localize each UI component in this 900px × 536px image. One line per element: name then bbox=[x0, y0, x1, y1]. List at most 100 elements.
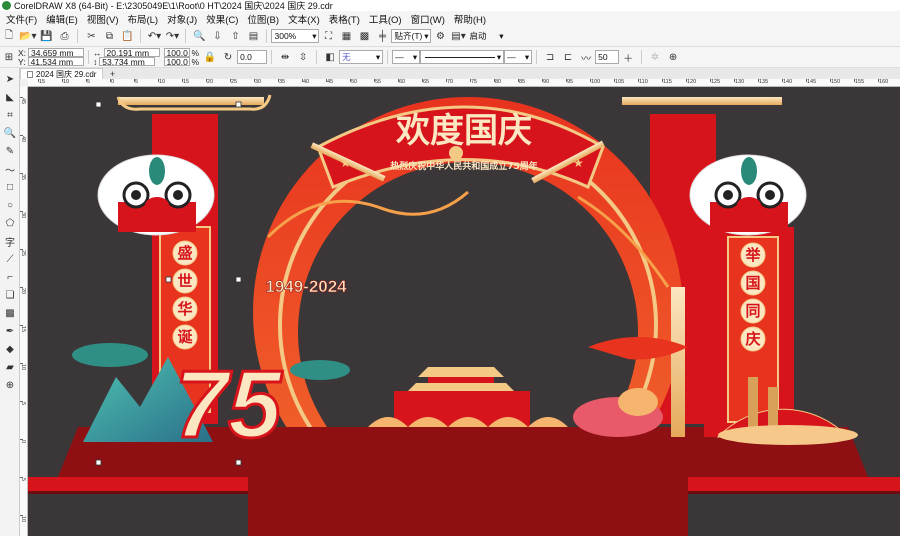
zoom-level-select[interactable]: 300% ▾ bbox=[271, 29, 320, 43]
paste-icon[interactable]: 📋 bbox=[119, 28, 135, 44]
fill-select[interactable]: 无 ▾ bbox=[339, 50, 384, 64]
separator bbox=[641, 50, 643, 64]
publish-pdf-icon[interactable]: ▤ bbox=[245, 28, 261, 44]
scale-y-input[interactable]: 100.0 bbox=[163, 57, 190, 67]
freehand-tool-icon[interactable]: ✎ bbox=[2, 144, 18, 158]
line-end-arrow-select[interactable]: — ▾ bbox=[504, 50, 533, 64]
export-icon[interactable]: ⇧ bbox=[227, 28, 243, 44]
snap-to-select[interactable]: 贴齐(T) ▾ bbox=[391, 29, 432, 43]
transparency-tool-icon[interactable]: ▩ bbox=[2, 306, 18, 320]
property-bar: ⊞ X: 34.659 mm Y: 41.534 mm ↔ 20.191 mm ↕ 53… bbox=[0, 47, 900, 68]
show-guidelines-icon[interactable]: ╪ bbox=[374, 28, 390, 44]
options-gear-icon[interactable]: ⚙ bbox=[432, 28, 448, 44]
ruler-label: 75 bbox=[471, 79, 478, 85]
mirror-vertical-icon[interactable]: ⇳ bbox=[295, 49, 311, 65]
add-preset-icon[interactable]: ⊕ bbox=[665, 49, 681, 65]
trim-icon[interactable]: ⊏ bbox=[560, 49, 576, 65]
lock-ratio-icon[interactable]: 🔒 bbox=[202, 49, 218, 65]
menu-item-7[interactable]: 文本(X) bbox=[286, 12, 327, 26]
rotation-angle-input[interactable]: 0.0 bbox=[237, 50, 268, 64]
add-tool-icon[interactable]: ⊕ bbox=[2, 378, 18, 392]
menu-item-1[interactable]: 编辑(E) bbox=[44, 12, 85, 26]
parallel-dimension-icon[interactable]: ⟋ bbox=[2, 252, 18, 266]
interactive-fill-icon[interactable]: ◆ bbox=[2, 342, 18, 356]
ellipse-tool-icon[interactable]: ○ bbox=[2, 198, 18, 212]
show-rulers-icon[interactable]: ▦ bbox=[338, 28, 354, 44]
menu-item-2[interactable]: 视图(V) bbox=[85, 12, 126, 26]
couplet-character: 国 bbox=[745, 274, 760, 292]
y-position-input[interactable]: 41.534 mm bbox=[27, 57, 84, 67]
ruler-label: 95 bbox=[567, 79, 574, 85]
crop-tool-icon[interactable]: ⌗ bbox=[2, 108, 18, 122]
snap-to-label: 贴齐(T) bbox=[394, 31, 423, 41]
separator bbox=[266, 29, 268, 43]
redo-icon[interactable]: ↷▾ bbox=[164, 28, 180, 44]
application-launcher-icon[interactable]: ▤▾ bbox=[450, 28, 466, 44]
show-grid-icon[interactable]: ▩ bbox=[356, 28, 372, 44]
launch-label: 启动 bbox=[469, 31, 487, 41]
ruler-label: 125 bbox=[711, 79, 721, 85]
ruler-label: 45 bbox=[327, 79, 334, 85]
add-icon[interactable]: ＋ bbox=[620, 49, 636, 65]
ruler-label: 15 bbox=[20, 326, 26, 333]
save-icon[interactable]: 💾 bbox=[38, 28, 54, 44]
pick-tool-icon[interactable]: ➤ bbox=[2, 72, 18, 86]
fill-swatch-icon[interactable]: ◧ bbox=[322, 49, 338, 65]
ruler-label: 55 bbox=[375, 79, 382, 85]
drop-shadow-icon[interactable]: ❏ bbox=[2, 288, 18, 302]
separator bbox=[88, 50, 90, 64]
year-range: 1949-2024 bbox=[265, 277, 347, 296]
polygon-tool-icon[interactable]: ⬠ bbox=[2, 216, 18, 230]
vertical-ruler[interactable]: 45 40 35 30 25 20 15 10 5 0 5 10 bbox=[20, 87, 28, 536]
height-input[interactable]: 53.734 mm bbox=[99, 57, 156, 67]
menu-item-0[interactable]: 文件(F) bbox=[4, 12, 44, 26]
separator bbox=[77, 29, 79, 43]
ruler-label: 40 bbox=[20, 136, 26, 143]
ruler-label: 85 bbox=[519, 79, 526, 85]
menu-item-8[interactable]: 表格(T) bbox=[327, 12, 367, 26]
ruler-label: 70 bbox=[447, 79, 454, 85]
document-tab[interactable]: 2024 国庆 29.cdr bbox=[20, 68, 104, 79]
mirror-horizontal-icon[interactable]: ⇹ bbox=[277, 49, 293, 65]
new-document-icon[interactable]: 🗋 bbox=[1, 28, 17, 44]
ruler-label: 45 bbox=[20, 98, 26, 105]
menu-item-6[interactable]: 位图(B) bbox=[245, 12, 286, 26]
line-start-arrow-select[interactable]: — ▾ bbox=[392, 50, 421, 64]
zoom-tool-icon[interactable]: 🔍 bbox=[2, 126, 18, 140]
text-tool-icon[interactable]: 字 bbox=[2, 234, 18, 249]
menu-item-11[interactable]: 帮助(H) bbox=[452, 12, 493, 26]
undo-icon[interactable]: ↶▾ bbox=[146, 28, 162, 44]
artistic-media-icon[interactable]: 〜 bbox=[2, 162, 18, 177]
couplet-character: 盛 bbox=[177, 244, 192, 262]
shape-tool-icon[interactable]: ◣ bbox=[2, 90, 18, 104]
menu-item-4[interactable]: 对象(J) bbox=[165, 12, 204, 26]
menu-item-5[interactable]: 效果(C) bbox=[204, 12, 245, 26]
connector-tool-icon[interactable]: ⌐ bbox=[2, 270, 18, 284]
smart-fill-icon[interactable]: ▰ bbox=[2, 360, 18, 374]
wrap-text-icon[interactable]: ⊐ bbox=[542, 49, 558, 65]
outline-style-select[interactable]: ▾ bbox=[420, 50, 505, 64]
full-screen-icon[interactable]: ⛶ bbox=[320, 28, 336, 44]
menu-item-3[interactable]: 布局(L) bbox=[125, 12, 165, 26]
eyedropper-tool-icon[interactable]: ✒ bbox=[2, 324, 18, 338]
new-tab-icon[interactable]: + bbox=[104, 69, 120, 79]
ruler-label: 145 bbox=[807, 79, 817, 85]
line-style-preview: — bbox=[507, 52, 516, 62]
horizontal-ruler[interactable]: 15 10 5 0 5 10 15 20 25 30 35 40 45 50 55 60 65 70 75 80 85 9… bbox=[28, 79, 900, 87]
toolbox: ➤ ◣ ⌗ 🔍 ✎ 〜 □ ○ ⬠ 字 ⟋ ⌐ ❏ ▩ ✒ ◆ ▰ ⊕ bbox=[0, 68, 20, 536]
size-fields: ↔ 20.191 mm ↕ 53.734 mm bbox=[93, 48, 160, 67]
copy-icon[interactable]: ⧉ bbox=[101, 28, 117, 44]
open-icon[interactable]: 📂▾ bbox=[19, 28, 36, 44]
rectangle-tool-icon[interactable]: □ bbox=[2, 180, 18, 194]
import-icon[interactable]: ⇩ bbox=[209, 28, 225, 44]
launch-select[interactable]: 启动 ▾ bbox=[467, 29, 505, 43]
transparency-input[interactable]: 50 bbox=[595, 50, 620, 64]
menu-item-9[interactable]: 工具(O) bbox=[367, 12, 409, 26]
ruler-label: 10 bbox=[20, 516, 26, 523]
menu-item-10[interactable]: 窗口(W) bbox=[409, 12, 452, 26]
search-content-icon[interactable]: 🔍 bbox=[191, 28, 207, 44]
drawing-canvas[interactable]: 欢度国庆 热烈庆祝中华人民共和国成立75周年 ★ ★ 1949-2024 盛世华… bbox=[28, 87, 900, 536]
cut-icon[interactable]: ✂ bbox=[83, 28, 99, 44]
print-icon[interactable]: ⎙ bbox=[56, 28, 72, 44]
ruler-label: 30 bbox=[20, 212, 26, 219]
